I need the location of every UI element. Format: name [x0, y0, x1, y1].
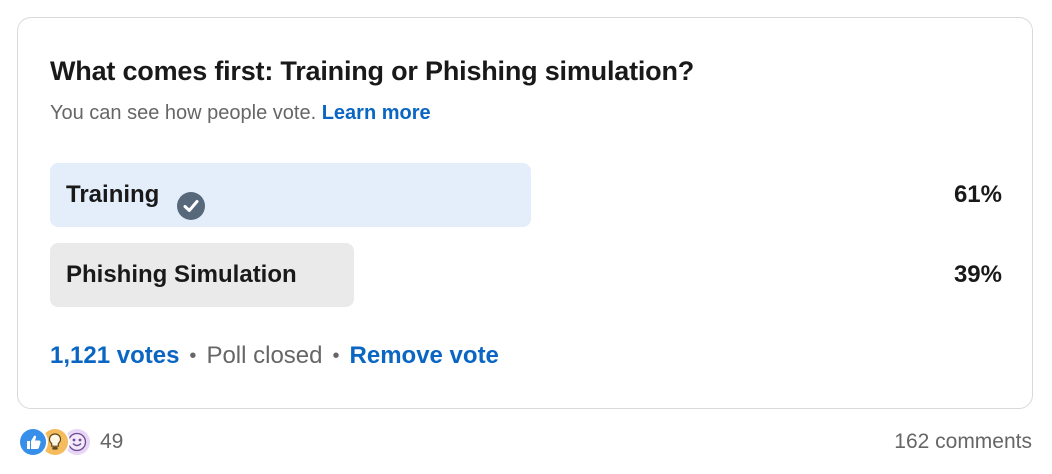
learn-more-link[interactable]: Learn more	[322, 102, 431, 124]
poll-card: What comes first: Training or Phishing s…	[17, 17, 1033, 409]
poll-footer: 1,121 votes • Poll closed • Remove vote	[50, 342, 499, 370]
option-label: Phishing Simulation	[66, 261, 297, 288]
social-counts-reactions[interactable]: 49	[18, 425, 123, 459]
option-percent: 61%	[953, 181, 1002, 208]
votes-count-link[interactable]: 1,121 votes	[50, 342, 179, 370]
visibility-text: You can see how people vote.	[50, 102, 317, 124]
poll-option-phishing-simulation[interactable]: Phishing Simulation 39%	[50, 243, 1002, 307]
poll-visibility-note: You can see how people vote. Learn more	[50, 102, 431, 125]
comments-count-link[interactable]: 162 comments	[894, 430, 1032, 454]
poll-option-training[interactable]: Training 61%	[50, 163, 1002, 227]
check-circle-icon	[177, 181, 206, 220]
remove-vote-button[interactable]: Remove vote	[350, 342, 499, 370]
option-label-wrap: Training	[66, 163, 206, 227]
like-icon	[18, 427, 48, 457]
option-label-wrap: Phishing Simulation	[66, 243, 297, 307]
option-label: Training	[66, 181, 160, 208]
option-percent: 39%	[953, 261, 1002, 288]
separator-dot: •	[332, 344, 340, 367]
poll-status: Poll closed	[206, 342, 323, 369]
reactions-count: 49	[100, 430, 124, 453]
poll-question: What comes first: Training or Phishing s…	[50, 56, 695, 86]
separator-dot: •	[189, 344, 197, 367]
